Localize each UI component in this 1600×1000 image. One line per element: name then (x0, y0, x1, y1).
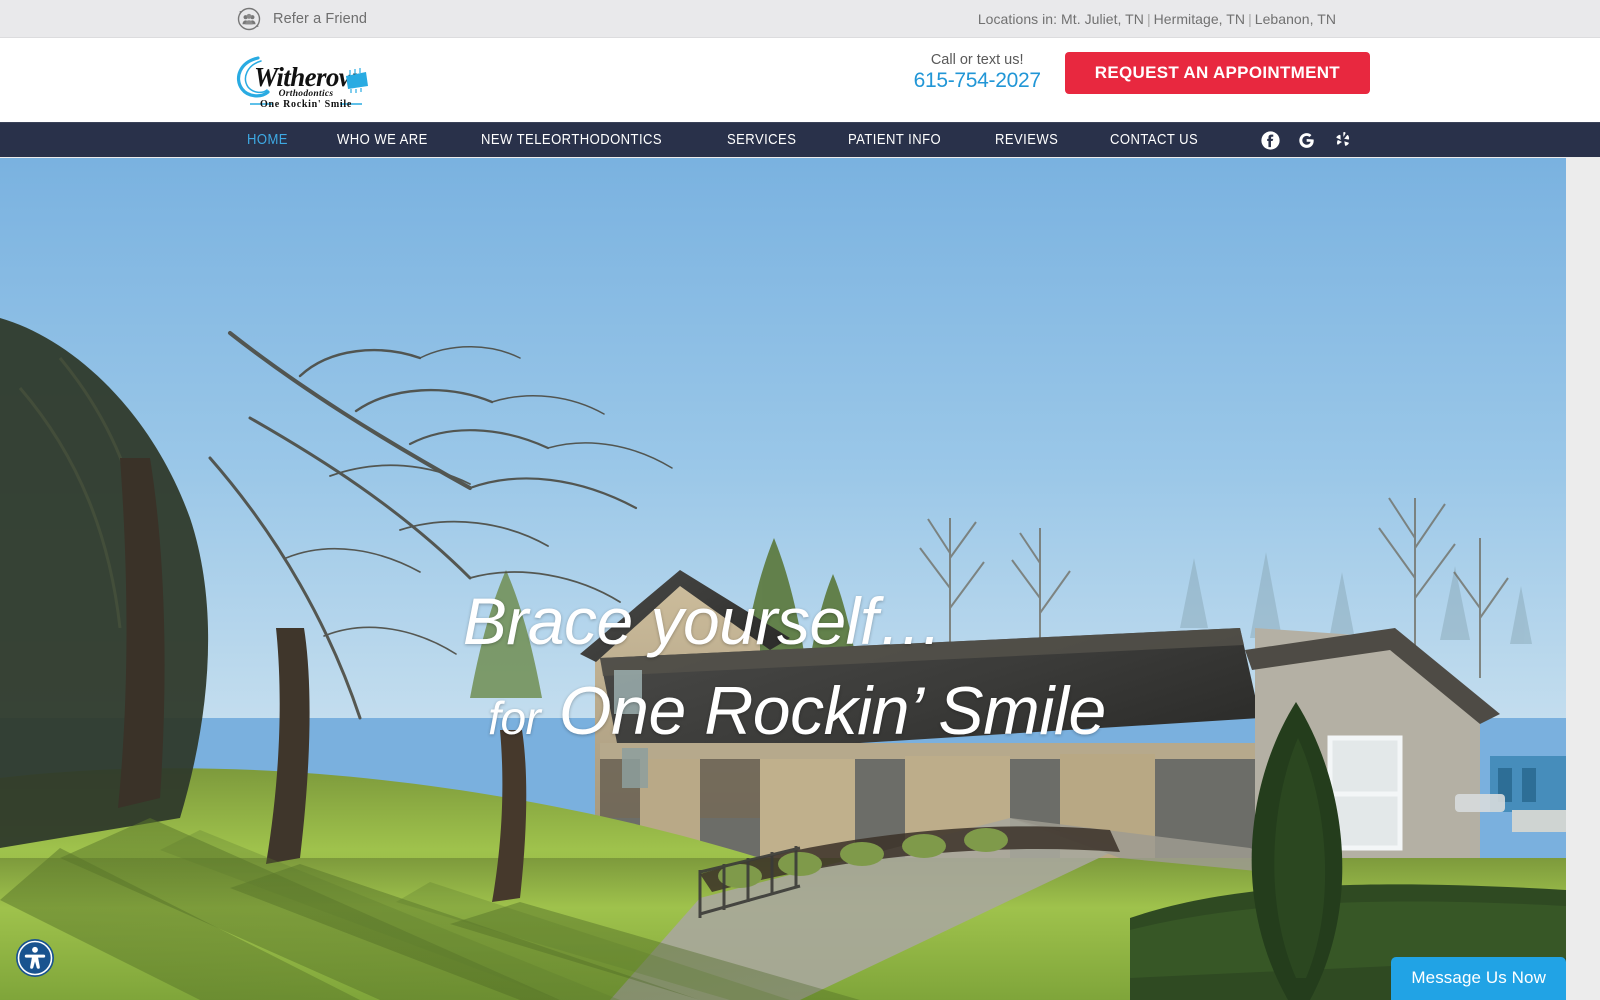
nav-link-home[interactable]: HOME (247, 132, 288, 148)
locations-prefix: Locations in: (977, 10, 1058, 27)
hero-background-photo (0, 158, 1566, 1000)
phone-block: Call or text us! 615-754-2027 (914, 52, 1041, 94)
locations-separator-1: | (1146, 10, 1151, 27)
nav-link-services[interactable]: SERVICES (727, 132, 796, 148)
svg-text:Witherow: Witherow (254, 62, 358, 92)
nav-item-who-we-are[interactable]: WHO WE ARE (315, 131, 460, 149)
accessibility-widget-button[interactable] (15, 938, 55, 978)
nav-item-patient-info[interactable]: PATIENT INFO (826, 131, 973, 149)
facebook-icon[interactable] (1261, 130, 1280, 150)
svg-text:Orthodontics: Orthodontics (279, 89, 334, 99)
top-utility-bar: Refer a Friend Locations in: Mt. Juliet,… (0, 0, 1600, 38)
nav-list: HOME WHO WE ARE NEW TELEORTHODONTICS SER… (238, 131, 1229, 149)
refer-a-friend-label: Refer a Friend (273, 10, 368, 27)
locations-list: Locations in: Mt. Juliet, TN | Hermitage, … (978, 11, 1336, 27)
nav-item-reviews[interactable]: REVIEWS (973, 131, 1087, 149)
yelp-icon[interactable] (1333, 131, 1352, 150)
nav-link-reviews[interactable]: REVIEWS (995, 132, 1058, 148)
locations-separator-2: | (1248, 10, 1252, 27)
request-appointment-button[interactable]: REQUEST AN APPOINTMENT (1064, 52, 1370, 94)
svg-text:One Rockin' Smile: One Rockin' Smile (260, 99, 352, 110)
location-item-3: Lebanon, TN (1254, 10, 1336, 27)
nav-link-new-teleorthodontics[interactable]: NEW TELEORTHODONTICS (481, 132, 662, 148)
site-header: Witherow Orthodontics One Rockin' Smile … (0, 38, 1600, 122)
accessibility-icon (16, 939, 54, 977)
nav-link-who-we-are[interactable]: WHO WE ARE (337, 132, 428, 148)
refer-a-friend-link[interactable]: Refer a Friend (236, 6, 367, 32)
social-links (1261, 130, 1352, 150)
page-scrollbar-track[interactable] (1566, 158, 1600, 1000)
refer-a-friend-icon (236, 6, 262, 32)
hero-section: Brace yourself… for One Rockin’ Smile (0, 158, 1566, 1000)
location-item-1: Mt. Juliet, TN (1061, 10, 1144, 27)
nav-item-home[interactable]: HOME (238, 131, 315, 149)
nav-item-new-teleorthodontics[interactable]: NEW TELEORTHODONTICS (459, 131, 704, 149)
google-icon[interactable] (1297, 131, 1316, 150)
main-navigation: HOME WHO WE ARE NEW TELEORTHODONTICS SER… (0, 122, 1600, 157)
phone-label: Call or text us! (930, 52, 1024, 69)
nav-link-patient-info[interactable]: PATIENT INFO (848, 132, 941, 148)
message-us-now-button[interactable]: Message Us Now (1391, 957, 1566, 1000)
header-actions: Call or text us! 615-754-2027 REQUEST AN… (914, 52, 1370, 94)
location-item-2: Hermitage, TN (1153, 10, 1246, 27)
nav-link-contact-us[interactable]: CONTACT US (1110, 132, 1198, 148)
phone-number-link[interactable]: 615-754-2027 (914, 69, 1041, 94)
site-logo[interactable]: Witherow Orthodontics One Rockin' Smile (228, 48, 384, 110)
nav-item-contact-us[interactable]: CONTACT US (1088, 131, 1230, 149)
nav-item-services[interactable]: SERVICES (705, 131, 826, 149)
